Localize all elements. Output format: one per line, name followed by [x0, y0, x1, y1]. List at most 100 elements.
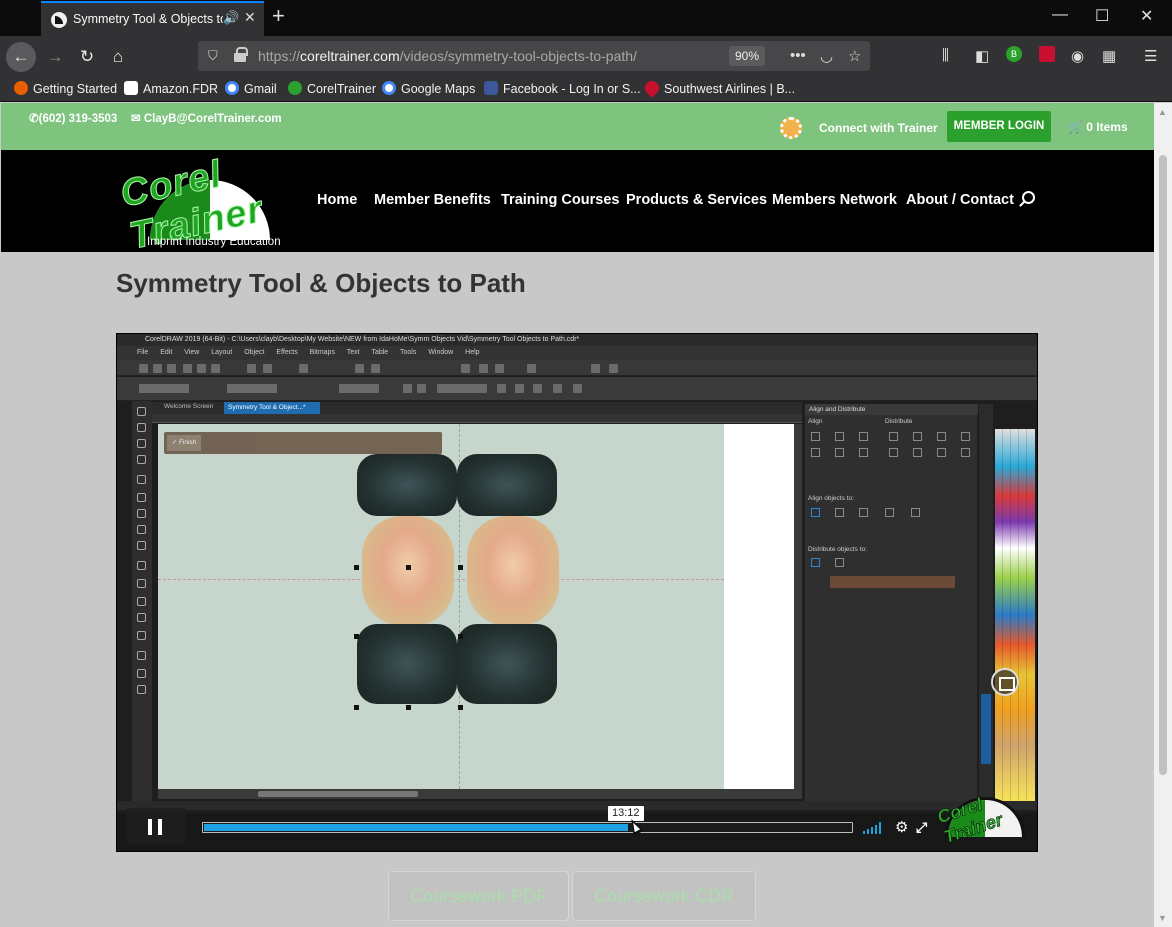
zoom-level[interactable]: 90%: [729, 46, 766, 66]
bookmark-item[interactable]: Google Maps: [382, 81, 475, 96]
speaker-icon[interactable]: 🔊: [223, 10, 239, 26]
coreldraw-document-tabs: Welcome Screen Symmetry Tool & Object...…: [152, 402, 802, 414]
selection-handle: [458, 565, 463, 570]
active-document-tab: Symmetry Tool & Object...*: [224, 402, 320, 414]
panel-apply-button: [830, 576, 955, 588]
coreldraw-title-bar: CorelDRAW 2019 (64-Bit) - C:\Users\clayb…: [117, 334, 1037, 346]
site-favicon-icon: [51, 12, 67, 28]
coursework-cdr-button[interactable]: Coursework CDR: [572, 871, 756, 921]
align-distribute-panel: Align and Distribute Align Distribute Al…: [804, 404, 978, 804]
symmetry-property-bar: ✓ Finish: [164, 432, 442, 454]
panel-distribute-to-label: Distribute objects to:: [808, 546, 867, 553]
video-player[interactable]: CorelDRAW 2019 (64-Bit) - C:\Users\clayb…: [116, 333, 1038, 852]
nav-members-network[interactable]: Members Network: [772, 192, 897, 208]
connect-trainer-icon[interactable]: [780, 117, 802, 139]
picture-in-picture-icon[interactable]: [991, 668, 1019, 696]
pause-button[interactable]: [127, 808, 185, 844]
minimize-icon[interactable]: —: [1052, 6, 1068, 24]
extension-grid-icon[interactable]: ▦: [1102, 47, 1116, 65]
bookmark-item[interactable]: Getting Started: [14, 81, 117, 96]
selection-handle: [406, 565, 411, 570]
site-logo[interactable]: Corel Trainer Imprint Industry Education: [116, 152, 293, 258]
sidebar-icon[interactable]: ◧: [975, 47, 989, 65]
artwork-jacket-bottom-left: [357, 624, 457, 704]
nav-training-courses[interactable]: Training Courses: [501, 192, 619, 208]
pocket-icon[interactable]: ◡: [820, 47, 833, 65]
contact-bar: ✆(602) 319-3503 ✉ ClayB@CorelTrainer.com…: [1, 103, 1154, 150]
bookmark-item[interactable]: Southwest Airlines | B...: [642, 78, 795, 98]
coursework-pdf-button[interactable]: Coursework PDF: [388, 871, 569, 921]
artwork-jacket-top-left: [357, 454, 457, 516]
cart-link[interactable]: 🛒 0 Items: [1068, 120, 1128, 134]
home-icon[interactable]: ⌂: [103, 42, 133, 72]
bookmark-item[interactable]: Amazon.FDR: [124, 81, 218, 96]
coreldraw-toolbox: [132, 401, 152, 801]
artwork-face-left: [362, 516, 454, 626]
maximize-icon[interactable]: ☐: [1095, 6, 1109, 26]
selection-handle: [458, 705, 463, 710]
more-actions-icon[interactable]: •••: [790, 47, 806, 64]
lock-icon[interactable]: [234, 47, 248, 62]
volume-icon[interactable]: [863, 822, 883, 834]
settings-gear-icon[interactable]: ⚙: [895, 820, 908, 835]
nav-home[interactable]: Home: [317, 192, 357, 208]
page-title: Symmetry Tool & Objects to Path: [116, 268, 526, 298]
canvas-horizontal-scrollbar: [158, 789, 802, 799]
fullscreen-icon[interactable]: ⤢: [916, 820, 927, 834]
tracking-shield-icon[interactable]: ⛉: [208, 48, 218, 64]
bookmarks-bar: Getting Started Amazon.FDR Gmail CorelTr…: [0, 76, 1172, 102]
bookmark-item[interactable]: CorelTrainer: [288, 81, 376, 96]
docker-tabs: [979, 404, 993, 804]
forward-arrow-icon[interactable]: →: [40, 42, 70, 72]
selection-handle: [354, 634, 359, 639]
phone-link[interactable]: ✆(602) 319-3503: [29, 111, 117, 125]
extension-b-icon[interactable]: B: [1006, 46, 1022, 62]
panel-align-label: Align: [808, 418, 823, 425]
google-icon: [225, 81, 239, 95]
new-tab-button[interactable]: +: [272, 5, 285, 27]
address-bar[interactable]: ⛉ https://coreltrainer.com/videos/symmet…: [198, 41, 870, 71]
pause-icon: [158, 819, 162, 835]
window-close-icon[interactable]: ✕: [1140, 6, 1153, 26]
page-scrollbar[interactable]: ▲ ▼: [1154, 103, 1172, 927]
account-icon[interactable]: ◉: [1071, 47, 1084, 65]
coreldraw-ruler: [152, 414, 802, 423]
amazon-icon: [124, 81, 138, 95]
tab-title: Symmetry Tool & Objects to Path: [73, 12, 223, 26]
email-link[interactable]: ✉ ClayB@CorelTrainer.com: [131, 111, 282, 125]
nav-about-contact[interactable]: About / Contact: [906, 192, 1014, 208]
browser-tab-strip: Symmetry Tool & Objects to Path 🔊 ✕ + — …: [0, 0, 1172, 36]
connect-link[interactable]: Connect with Trainer: [819, 121, 938, 135]
library-icon[interactable]: ⫼: [942, 47, 949, 64]
scroll-up-icon[interactable]: ▲: [1158, 107, 1167, 117]
nav-products-services[interactable]: Products & Services: [626, 192, 767, 208]
panel-title: Align and Distribute: [805, 404, 978, 415]
pause-icon: [148, 819, 152, 835]
bookmark-item[interactable]: Facebook - Log In or S...: [484, 81, 641, 96]
coreltrainer-icon: [288, 81, 302, 95]
coreldraw-standard-toolbar: [117, 360, 1037, 376]
bookmark-star-icon[interactable]: ☆: [848, 47, 861, 65]
bookmark-item[interactable]: Gmail: [225, 81, 277, 96]
url-text[interactable]: https://coreltrainer.com/videos/symmetry…: [258, 48, 637, 64]
canvas-vertical-scrollbar: [794, 424, 802, 789]
browser-tab-active[interactable]: Symmetry Tool & Objects to Path 🔊 ✕: [41, 1, 264, 36]
nav-member-benefits[interactable]: Member Benefits: [374, 192, 491, 208]
hamburger-menu-icon[interactable]: ☰: [1144, 47, 1157, 65]
reload-icon[interactable]: ↻: [72, 42, 102, 72]
logo-tagline: Imprint Industry Education: [147, 236, 281, 248]
close-tab-icon[interactable]: ✕: [244, 9, 256, 26]
member-login-button[interactable]: MEMBER LOGIN: [947, 111, 1051, 142]
welcome-screen-tab: Welcome Screen: [164, 403, 214, 410]
search-icon[interactable]: [1022, 191, 1035, 204]
extension-save-icon[interactable]: [1039, 46, 1055, 62]
scrollbar-thumb[interactable]: [1159, 155, 1167, 775]
scroll-down-icon[interactable]: ▼: [1158, 913, 1167, 923]
firefox-icon: [14, 81, 28, 95]
google-icon: [382, 81, 396, 95]
selection-handle: [354, 705, 359, 710]
video-progress-bar[interactable]: [202, 822, 853, 833]
back-arrow-icon[interactable]: ←: [6, 42, 36, 72]
selection-handle: [406, 705, 411, 710]
watermark-text: Corel Trainer: [934, 794, 1006, 848]
